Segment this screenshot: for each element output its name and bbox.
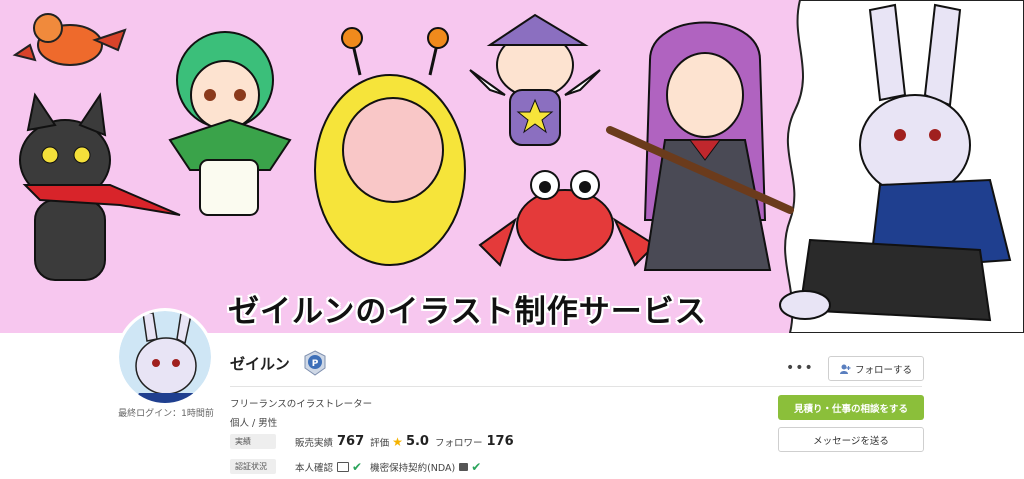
check-icon: ✔ (352, 459, 363, 474)
sales-value: 767 (337, 434, 365, 449)
banner-title: ゼイルンのイラスト制作サービス (228, 294, 707, 330)
avatar[interactable] (119, 311, 211, 403)
rating-value: 5.0 (405, 434, 429, 449)
identity-label: 本人確認 (295, 462, 334, 474)
sales-label: 販売実績 (295, 437, 334, 449)
check-icon: ✔ (471, 459, 482, 474)
profile-tagline: フリーランスのイラストレーター (230, 399, 373, 410)
angel-character (469, 13, 601, 146)
lock-icon (459, 462, 469, 471)
yellow-character (314, 27, 466, 266)
followers-label: フォロワー (434, 437, 483, 449)
verification-row: 認証状況 本人確認 ✔ 機密保持契約(NDA) ✔ (230, 459, 489, 474)
quote-request-button[interactable]: 見積り・仕事の相談をする (778, 395, 924, 420)
cat-character (19, 92, 181, 281)
follow-button[interactable]: フォローする (828, 356, 924, 381)
nda-label: 機密保持契約(NDA) (370, 462, 456, 474)
more-options-button[interactable]: ••• (786, 360, 814, 376)
profile-kind: 個人 / 男性 (230, 418, 278, 429)
verification-tag: 認証状況 (230, 459, 276, 474)
followers-value: 176 (486, 434, 514, 449)
quote-request-label: 見積り・仕事の相談をする (793, 403, 908, 415)
banner-illustration (12, 0, 1024, 333)
crab-character (478, 170, 657, 267)
profile-name[interactable]: ゼイルン (230, 353, 290, 374)
send-message-button[interactable]: メッセージを送る (778, 427, 924, 452)
rating-label: 評価 (370, 437, 390, 449)
stats-row: 実績 販売実績 767 評価 ★ 5.0 フォロワー 176 (230, 434, 520, 449)
header-banner: ゼイルンのイラスト制作サービス (0, 0, 1024, 333)
follow-label: フォローする (854, 364, 912, 376)
add-user-icon (839, 364, 851, 374)
last-login-text: 最終ログイン：1時間前 (118, 409, 214, 419)
rabbit-avatar-icon (119, 311, 211, 403)
svg-text:P: P (311, 359, 318, 369)
leaf-character (168, 31, 292, 216)
star-icon: ★ (392, 434, 403, 449)
id-card-icon (337, 461, 350, 472)
divider (230, 386, 922, 387)
stats-tag: 実績 (230, 434, 276, 449)
bird-character (12, 13, 127, 66)
rank-badge-icon: P (304, 350, 326, 376)
send-message-label: メッセージを送る (813, 435, 889, 447)
